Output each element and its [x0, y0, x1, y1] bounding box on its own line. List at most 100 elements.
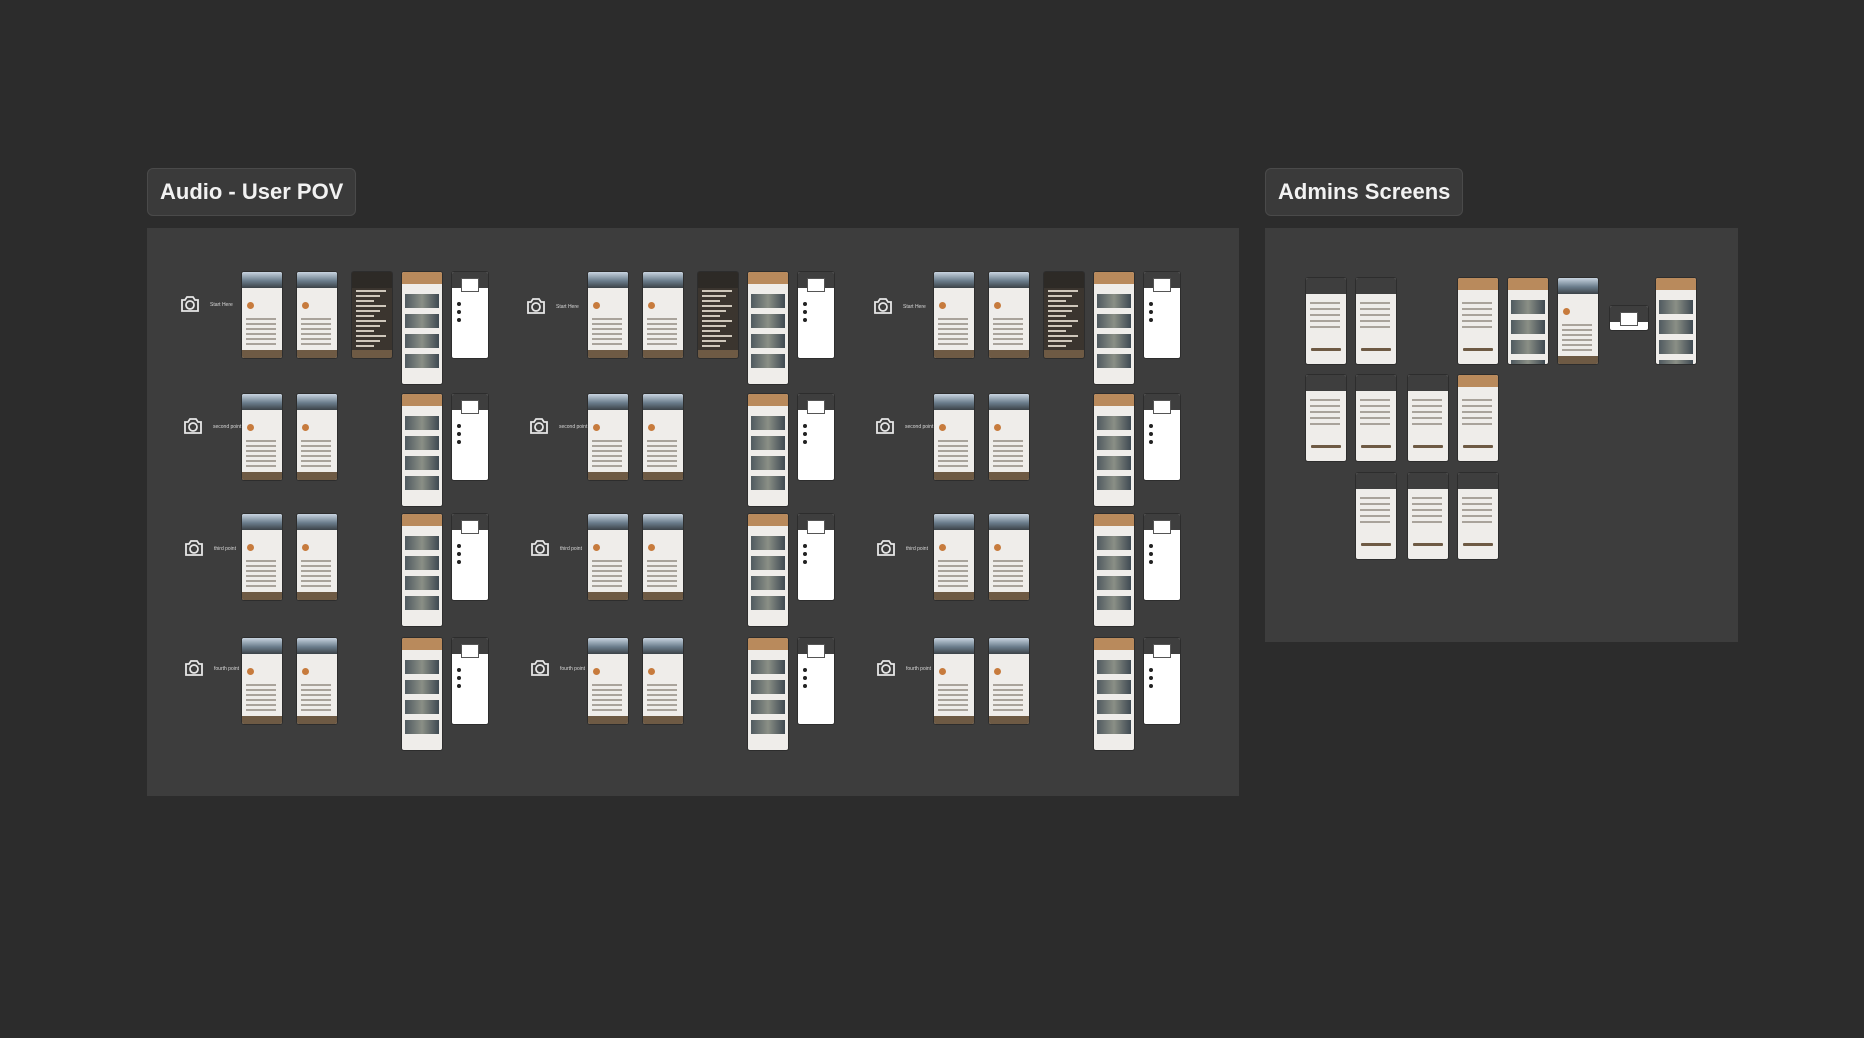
screen-thumbnail[interactable]: [643, 638, 683, 724]
text-line: [301, 560, 331, 562]
screen-thumbnail[interactable]: [297, 272, 337, 358]
screen-thumbnail[interactable]: [242, 514, 282, 600]
text-line: [1360, 314, 1390, 316]
marker-icon: [593, 544, 600, 551]
screen-thumbnail[interactable]: [1408, 473, 1448, 559]
location-thumbnail: [751, 476, 785, 490]
text-line: [702, 340, 726, 342]
screen-thumbnail[interactable]: [452, 394, 488, 480]
screen-thumbnail[interactable]: [1306, 375, 1346, 461]
screen-thumbnail[interactable]: [643, 272, 683, 358]
screen-thumbnail[interactable]: [402, 514, 442, 626]
text-line: [993, 440, 1023, 442]
screen-thumbnail[interactable]: [748, 272, 788, 384]
screen-thumbnail[interactable]: [643, 514, 683, 600]
screen-thumbnail[interactable]: [1458, 473, 1498, 559]
screen-thumbnail[interactable]: [1408, 375, 1448, 461]
text-line: [993, 445, 1023, 447]
screen-thumbnail[interactable]: [588, 514, 628, 600]
screen-thumbnail[interactable]: [798, 638, 834, 724]
screen-thumbnail[interactable]: [452, 514, 488, 600]
screen-thumbnail[interactable]: [698, 272, 738, 358]
screen-thumbnail[interactable]: [242, 394, 282, 480]
screen-thumbnail[interactable]: [989, 638, 1029, 724]
text-line: [1048, 310, 1072, 312]
screen-thumbnail[interactable]: [588, 272, 628, 358]
screen-thumbnail[interactable]: [989, 514, 1029, 600]
screen-thumbnail[interactable]: [1144, 638, 1180, 724]
logo: [461, 520, 479, 534]
screen-thumbnail[interactable]: [798, 272, 834, 358]
text-line: [647, 328, 677, 330]
screen-thumbnail[interactable]: [748, 394, 788, 506]
text-line: [647, 445, 677, 447]
row-label-text: Start Here: [903, 304, 926, 310]
screen-thumbnail[interactable]: [1044, 272, 1084, 358]
screen-header: [588, 394, 628, 410]
screen-thumbnail[interactable]: [1356, 375, 1396, 461]
text-line: [647, 704, 677, 706]
screen-thumbnail[interactable]: [1656, 278, 1696, 364]
text-line: [246, 455, 276, 457]
screen-thumbnail[interactable]: [1458, 278, 1498, 364]
screen-header: [297, 514, 337, 530]
screen-thumbnail[interactable]: [1094, 638, 1134, 750]
screen-thumbnail[interactable]: [1356, 278, 1396, 364]
screen-thumbnail[interactable]: [1094, 272, 1134, 384]
location-thumbnail: [405, 596, 439, 610]
screen-thumbnail[interactable]: [297, 514, 337, 600]
screen-thumbnail[interactable]: [297, 638, 337, 724]
screen-thumbnail[interactable]: [402, 394, 442, 506]
menu-bullet: [1149, 684, 1153, 688]
design-canvas[interactable]: Audio - User POV Admins Screens Start He…: [0, 0, 1864, 1038]
screen-thumbnail[interactable]: [989, 394, 1029, 480]
screen-thumbnail[interactable]: [989, 272, 1029, 358]
screen-thumbnail[interactable]: [748, 638, 788, 750]
screen-thumbnail[interactable]: [402, 272, 442, 384]
screen-thumbnail[interactable]: [402, 638, 442, 750]
screen-thumbnail[interactable]: [798, 514, 834, 600]
screen-thumbnail[interactable]: [352, 272, 392, 358]
text-line: [702, 300, 720, 302]
menu-bullet: [457, 310, 461, 314]
screen-thumbnail[interactable]: [1356, 473, 1396, 559]
screen-thumbnail[interactable]: [934, 394, 974, 480]
screen-thumbnail[interactable]: [452, 272, 488, 358]
logo: [461, 400, 479, 414]
text-line: [592, 580, 622, 582]
screen-thumbnail[interactable]: [242, 272, 282, 358]
screen-thumbnail[interactable]: [1144, 272, 1180, 358]
screen-thumbnail[interactable]: [798, 394, 834, 480]
text-line: [356, 330, 374, 332]
screen-thumbnail[interactable]: [588, 394, 628, 480]
screen-thumbnail[interactable]: [588, 638, 628, 724]
screen-thumbnail[interactable]: [1144, 514, 1180, 600]
screen-thumbnail[interactable]: [1508, 278, 1548, 364]
player-bar: [588, 472, 628, 480]
screen-thumbnail[interactable]: [643, 394, 683, 480]
text-line: [356, 310, 380, 312]
screen-thumbnail[interactable]: [452, 638, 488, 724]
screen-thumbnail[interactable]: [1094, 514, 1134, 626]
screen-thumbnail[interactable]: [934, 272, 974, 358]
screen-thumbnail[interactable]: [748, 514, 788, 626]
screen-thumbnail[interactable]: [1094, 394, 1134, 506]
screen-thumbnail[interactable]: [934, 638, 974, 724]
text-line: [1562, 349, 1592, 351]
text-line: [647, 460, 677, 462]
text-line: [647, 684, 677, 686]
location-thumbnail: [405, 314, 439, 328]
frame-label-audio-user-pov[interactable]: Audio - User POV: [147, 168, 357, 216]
row-label: Start Here: [524, 294, 579, 320]
screen-thumbnail[interactable]: [1306, 278, 1346, 364]
text-line: [1360, 515, 1390, 517]
screen-thumbnail[interactable]: [297, 394, 337, 480]
screen-thumbnail[interactable]: [1610, 306, 1648, 330]
screen-thumbnail[interactable]: [1144, 394, 1180, 480]
screen-thumbnail[interactable]: [1458, 375, 1498, 461]
screen-thumbnail[interactable]: [934, 514, 974, 600]
frame-label-admins-screens[interactable]: Admins Screens: [1265, 168, 1464, 216]
marker-icon: [593, 302, 600, 309]
screen-thumbnail[interactable]: [242, 638, 282, 724]
screen-thumbnail[interactable]: [1558, 278, 1598, 364]
